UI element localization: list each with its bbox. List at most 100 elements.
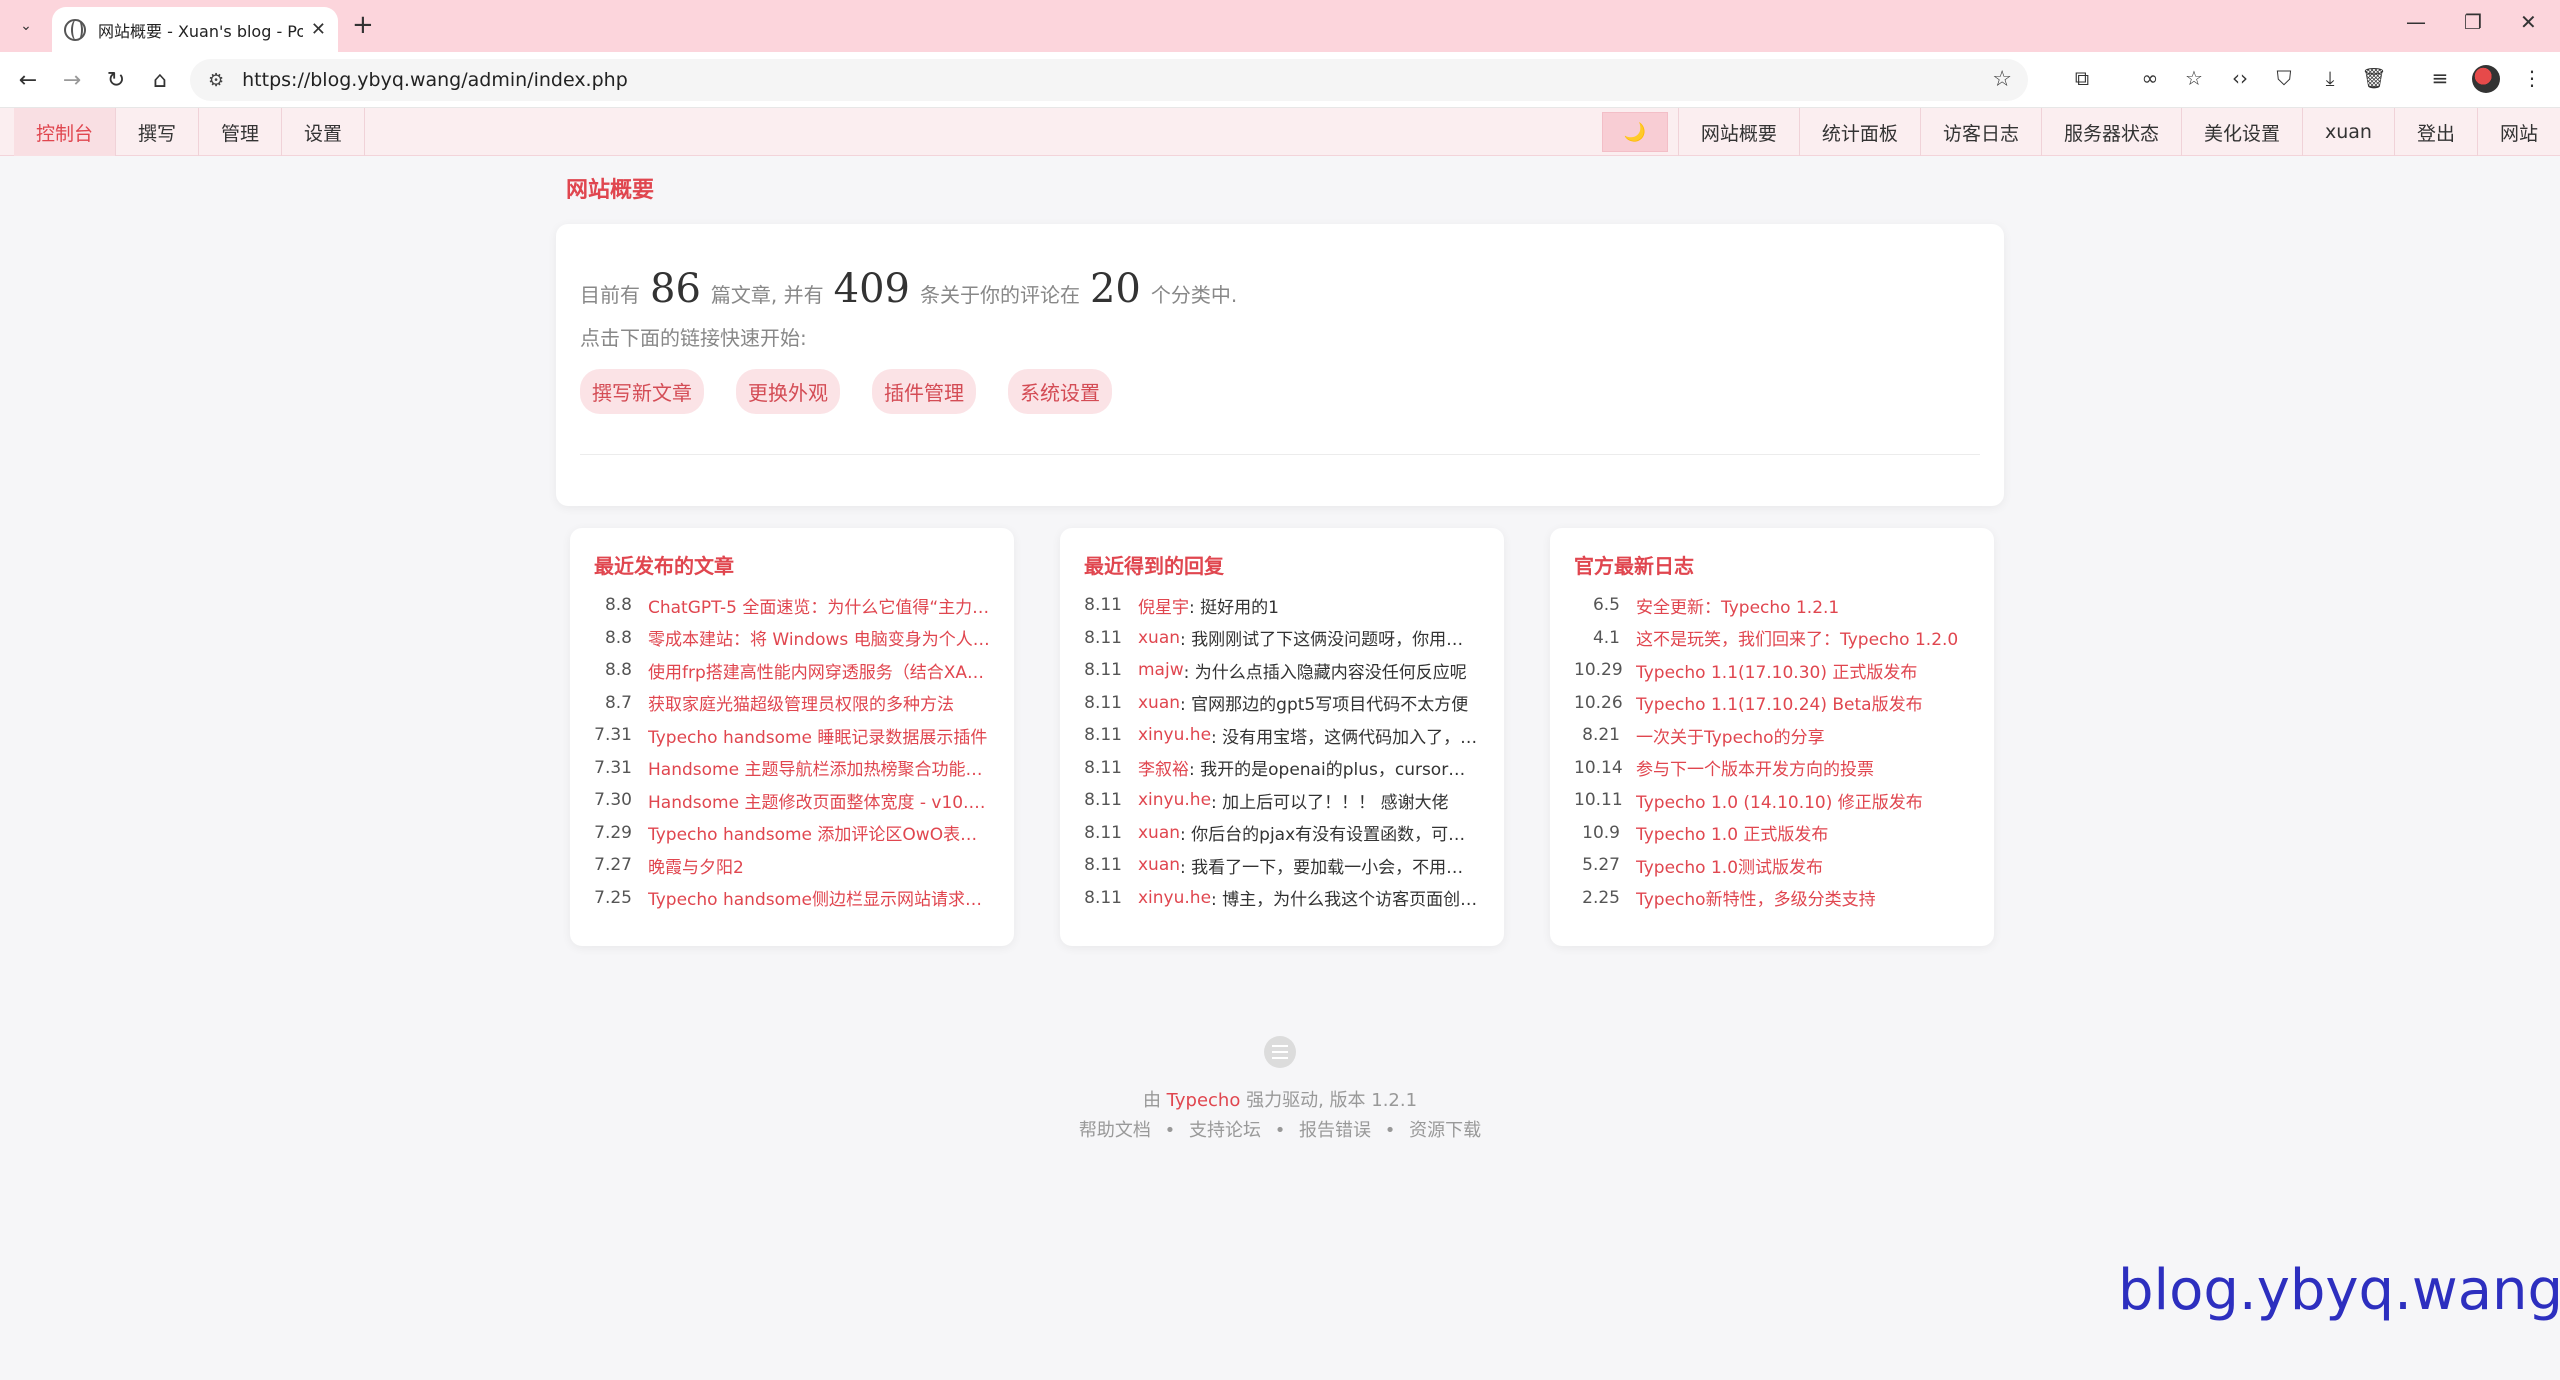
item-title-link[interactable]: ChatGPT-5 全面速览：为什么它值得“主力模型”的位置 [648,593,990,618]
menu-server-status[interactable]: 服务器状态 [2040,108,2181,156]
reply-author-link[interactable]: xuan [1138,628,1180,648]
menu-manage[interactable]: 管理 [199,108,283,156]
item-title-link[interactable]: Typecho handsome侧边栏显示网站请求数据 [648,885,990,910]
code-icon[interactable]: ‹› [2226,66,2254,90]
reply-author-link[interactable]: xuan [1138,823,1180,843]
reply-text[interactable]: : 我刚刚试了下这俩没问题呀，你用的是什么浏览器 [1180,625,1480,650]
reply-text[interactable]: : 加上后可以了！！！ 感谢大佬 [1211,788,1480,813]
download-icon[interactable]: ⤓ [2316,66,2344,90]
item-title-link[interactable]: Typecho handsome 睡眠记录数据展示插件 [648,723,990,748]
reply-author-link[interactable]: 倪星宇 [1138,593,1189,618]
change-theme-link[interactable]: 更换外观 [736,369,840,414]
reply-text[interactable]: : 没有用宝塔，这俩代码加入了，还是不行 [1211,723,1480,748]
item-title-link[interactable]: Typecho 1.1(17.10.24) Beta版发布 [1636,690,1970,715]
url-text[interactable]: https://blog.ybyq.wang/admin/index.php [242,69,628,91]
item-title-link[interactable]: Typecho 1.1(17.10.30) 正式版发布 [1636,658,1970,683]
reload-icon[interactable]: ↻ [102,66,130,94]
recent-posts-heading: 最近发布的文章 [594,554,734,578]
write-post-link[interactable]: 撰写新文章 [580,369,704,414]
menu-settings[interactable]: 设置 [282,108,366,156]
item-title-link[interactable]: Typecho 1.0 正式版发布 [1636,820,1970,845]
favorites-icon[interactable]: ☆ [2180,66,2208,90]
menu-logout[interactable]: 登出 [2393,108,2477,156]
reply-author-link[interactable]: xinyu.he [1138,725,1211,745]
list-item: 8.8 零成本建站：将 Windows 电脑变身为个人服务器 [594,622,990,655]
reply-text[interactable]: : 官网那边的gpt5写项目代码不太方便 [1180,690,1480,715]
reply-author-link[interactable]: 李叙裕 [1138,755,1189,780]
item-title-link[interactable]: 获取家庭光猫超级管理员权限的多种方法 [648,690,990,715]
recent-replies-card: 最近得到的回复 8.11 倪星宇: 挺好用的1 8.11 xuan: 我刚刚试了下这俩… [1060,528,1504,946]
reply-text[interactable]: : 博主，为什么我这个访客页面创建不了 [1211,885,1480,910]
list-item: 7.30 Handsome 主题修改页面整体宽度 - v10.1.0 [594,784,990,817]
item-title-link[interactable]: 使用frp搭建高性能内网穿透服务（结合XAMPP） [648,658,990,683]
menu-website[interactable]: 网站 [2476,108,2560,156]
report-bug-link[interactable]: 报告错误 [1299,1120,1371,1141]
home-icon[interactable]: ⌂ [146,66,174,94]
extensions-icon[interactable]: ⧉ [2068,66,2096,90]
resources-download-link[interactable]: 资源下载 [1409,1120,1481,1141]
restore-icon[interactable]: ❐ [2464,10,2482,34]
tab-search-chevron-icon[interactable]: ⌄ [12,12,40,40]
menu-site-overview[interactable]: 网站概要 [1677,108,1799,156]
system-settings-link[interactable]: 系统设置 [1008,369,1112,414]
item-date: 10.11 [1574,790,1623,811]
reply-author-link[interactable]: xuan [1138,855,1180,875]
item-title-link[interactable]: 安全更新：Typecho 1.2.1 [1636,593,1970,618]
menu-theme-settings[interactable]: 美化设置 [2180,108,2302,156]
site-info-icon[interactable]: ⚙ [208,70,224,91]
reply-text[interactable]: : 我开的是openai的plus，cursor可以用吗 [1189,755,1480,780]
item-title-link[interactable]: Typecho 1.0测试版发布 [1636,853,1970,878]
item-title-link[interactable]: 一次关于Typecho的分享 [1636,723,1970,748]
trash-icon[interactable]: 🗑 [2360,66,2388,90]
item-title-link[interactable]: Handsome 主题修改页面整体宽度 - v10.1.0 [648,788,990,813]
menu-user[interactable]: xuan [2301,108,2394,156]
item-title-link[interactable]: Typecho handsome 添加评论区OwO表情包 [648,820,990,845]
item-date: 7.30 [594,790,632,811]
reply-author-link[interactable]: xinyu.he [1138,790,1211,810]
support-forum-link[interactable]: 支持论坛 [1189,1120,1261,1141]
item-title-link[interactable]: 零成本建站：将 Windows 电脑变身为个人服务器 [648,625,990,650]
reply-author-link[interactable]: majw [1138,660,1184,680]
menu-dashboard[interactable]: 控制台 [14,108,117,156]
reply-text[interactable]: : 挺好用的1 [1189,593,1480,618]
window-close-icon[interactable]: ✕ [2520,10,2537,34]
address-bar[interactable]: ⚙ https://blog.ybyq.wang/admin/index.php… [190,59,2028,101]
reply-text[interactable]: : 为什么点插入隐藏内容没任何反应呢 [1184,658,1480,683]
link-icon[interactable]: ∞ [2136,66,2164,90]
item-title-link[interactable]: 这不是玩笑，我们回来了：Typecho 1.2.0 [1636,625,1970,650]
back-arrow-icon[interactable]: ← [14,66,42,94]
profile-avatar[interactable] [2472,65,2500,93]
item-date: 7.31 [594,757,632,778]
item-title-link[interactable]: Typecho 1.0 (14.10.10) 修正版发布 [1636,788,1970,813]
dark-mode-toggle-icon[interactable]: 🌙 [1601,112,1668,152]
plugin-manage-link[interactable]: 插件管理 [872,369,976,414]
item-date: 8.7 [604,692,632,713]
item-title-link[interactable]: 晚霞与夕阳2 [648,853,990,878]
more-menu-icon[interactable]: ⋮ [2518,66,2546,90]
new-tab-button[interactable]: + [352,10,374,40]
powered-by: 由 Typecho 强力驱动, 版本 1.2.1 [0,1086,2560,1112]
forward-arrow-icon[interactable]: → [58,66,86,94]
item-title-link[interactable]: 参与下一个版本开发方向的投票 [1636,755,1970,780]
reply-author-link[interactable]: xuan [1138,693,1180,713]
item-title-link[interactable]: Typecho新特性，多级分类支持 [1636,885,1970,910]
reply-author-link[interactable]: xinyu.he [1138,888,1211,908]
tab-close-icon[interactable]: ✕ [311,19,326,40]
menu-stats-panel[interactable]: 统计面板 [1798,108,1920,156]
incognito-icon[interactable]: ⛉ [2270,66,2298,90]
browser-tab[interactable]: 网站概要 - Xuan's blog - Powered ✕ [52,7,338,52]
bookmark-star-icon[interactable]: ☆ [1992,67,2012,92]
item-date: 8.11 [1084,887,1122,908]
list-item: 8.21 一次关于Typecho的分享 [1574,719,1970,752]
media-queue-icon[interactable]: ≡ [2426,66,2454,90]
item-title-link[interactable]: Handsome 主题导航栏添加热榜聚合功能页面 [648,755,990,780]
menu-write[interactable]: 撰写 [116,108,200,156]
minimize-icon[interactable]: — [2406,10,2426,34]
help-docs-link[interactable]: 帮助文档 [1079,1120,1151,1141]
list-item: 10.26 Typecho 1.1(17.10.24) Beta版发布 [1574,687,1970,720]
menu-visitor-log[interactable]: 访客日志 [1919,108,2041,156]
list-item: 8.7 获取家庭光猫超级管理员权限的多种方法 [594,687,990,720]
typecho-link[interactable]: Typecho [1167,1090,1241,1111]
reply-text[interactable]: : 我看了一下，要加载一小会，不用担心 [1180,853,1480,878]
reply-text[interactable]: : 你后台的pjax有没有设置函数，可以试试 [1180,820,1480,845]
